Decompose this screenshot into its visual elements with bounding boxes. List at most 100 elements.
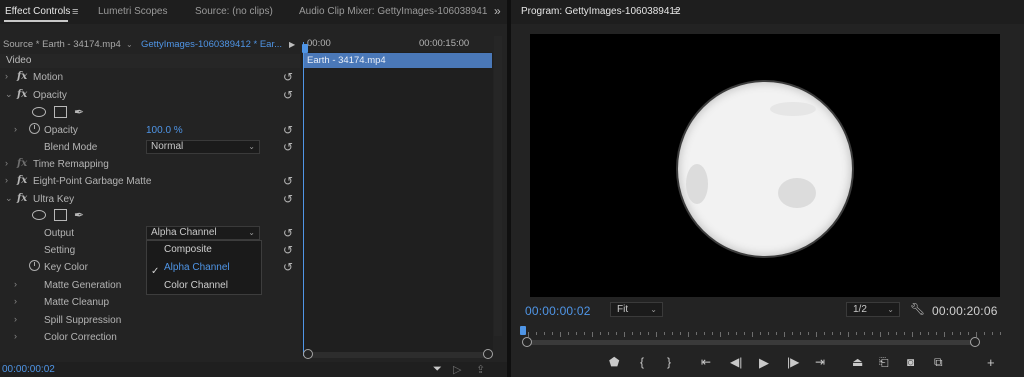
vertical-scrollbar[interactable]: [494, 36, 502, 336]
playback-resolution-dropdown[interactable]: 1/2 ⌄: [846, 302, 900, 317]
playhead[interactable]: [302, 42, 308, 356]
menu-item-alpha-channel[interactable]: Alpha Channel: [164, 262, 230, 273]
pen-mask-icon[interactable]: ✒: [74, 105, 84, 119]
zoom-level-dropdown[interactable]: Fit ⌄: [610, 302, 663, 317]
reset-icon[interactable]: ↺: [283, 88, 293, 102]
expand-chevron-icon[interactable]: ›: [14, 279, 17, 289]
out-point-icon[interactable]: }: [667, 355, 671, 369]
timeline-zoom-scrollbar[interactable]: [303, 349, 493, 359]
expand-chevron-icon[interactable]: ›: [5, 71, 8, 81]
ellipse-mask-icon[interactable]: [32, 107, 46, 117]
menu-item-color-channel[interactable]: Color Channel: [164, 280, 228, 291]
reset-icon[interactable]: ↺: [283, 123, 293, 137]
fx-icon[interactable]: fx: [17, 71, 27, 82]
scroll-left-handle[interactable]: [522, 337, 532, 347]
effect-row-garbage-matte[interactable]: › fx Eight-Point Garbage Matte ↺: [0, 173, 300, 190]
fx-icon[interactable]: fx: [17, 193, 27, 204]
step-back-icon[interactable]: ◀|: [730, 355, 742, 369]
panel-menu-icon[interactable]: ≡: [673, 6, 679, 18]
add-icon[interactable]: +: [987, 355, 995, 370]
reset-icon[interactable]: ↺: [283, 192, 293, 206]
pen-mask-icon[interactable]: ✒: [74, 208, 84, 222]
expand-chevron-icon[interactable]: ›: [14, 296, 17, 306]
group-row-matte-cleanup[interactable]: › Matte Cleanup: [0, 294, 300, 311]
reset-icon[interactable]: ↺: [283, 243, 293, 257]
expand-chevron-icon[interactable]: ›: [14, 331, 17, 341]
expand-chevron-icon[interactable]: ›: [14, 124, 17, 134]
sequence-label[interactable]: GettyImages-1060389412 * Ear...: [141, 39, 282, 50]
time-ruler[interactable]: 00:00 00:00:15:00: [301, 36, 493, 52]
clip-bar[interactable]: Earth - 34174.mp4: [303, 53, 492, 68]
ruler-tick: [912, 332, 913, 337]
playback-resolution-value: 1/2: [853, 304, 867, 315]
extract-icon[interactable]: ⎗: [879, 355, 889, 370]
output-dropdown[interactable]: Alpha Channel ⌄: [146, 226, 260, 240]
stopwatch-icon[interactable]: [29, 260, 40, 271]
menu-item-composite[interactable]: Composite: [164, 244, 212, 255]
scroll-left-handle[interactable]: [303, 349, 313, 359]
play-icon[interactable]: ▶: [759, 355, 769, 371]
collapse-chevron-icon[interactable]: ⌄: [5, 89, 13, 100]
playhead-handle[interactable]: [302, 44, 308, 53]
reset-icon[interactable]: ↺: [283, 70, 293, 84]
ruler-tick: [816, 332, 817, 337]
fx-icon[interactable]: fx: [17, 175, 27, 186]
ellipse-mask-icon[interactable]: [32, 210, 46, 220]
video-section-header: Video: [0, 54, 300, 68]
export-icon[interactable]: ⇪: [476, 363, 485, 376]
tab-program-monitor[interactable]: Program: GettyImages-1060389412: [521, 6, 681, 17]
marker-icon[interactable]: ⬟: [609, 355, 619, 369]
current-timecode[interactable]: 00:00:00:02: [2, 364, 55, 375]
play-audio-icon[interactable]: ▷: [453, 363, 461, 376]
scroll-right-handle[interactable]: [483, 349, 493, 359]
fx-icon[interactable]: fx: [17, 89, 27, 100]
expand-chevron-icon[interactable]: ›: [14, 314, 17, 324]
in-point-icon[interactable]: {: [640, 355, 644, 369]
blend-mode-dropdown[interactable]: Normal ⌄: [146, 140, 260, 154]
program-video-frame[interactable]: [530, 34, 1000, 297]
effect-row-ultra-key[interactable]: ⌄ fx Ultra Key ↺: [0, 191, 300, 208]
chevron-down-icon[interactable]: ⌄: [126, 40, 133, 49]
compare-icon[interactable]: ⧉: [934, 355, 943, 370]
effect-row-motion[interactable]: › fx Motion ↺: [0, 69, 300, 86]
program-playhead[interactable]: [520, 326, 526, 335]
lift-icon[interactable]: ⏏: [852, 355, 863, 369]
play-only-audio-icon[interactable]: ▶: [289, 40, 295, 49]
reset-icon[interactable]: ↺: [283, 140, 293, 154]
wrench-icon[interactable]: 🔧︎: [910, 302, 925, 316]
ruler-tick: [920, 332, 921, 335]
effect-row-opacity[interactable]: ⌄ fx Opacity ↺: [0, 87, 300, 104]
reset-icon[interactable]: ↺: [283, 260, 293, 274]
export-frame-icon[interactable]: ◙: [907, 355, 914, 369]
rectangle-mask-icon[interactable]: [54, 209, 67, 221]
opacity-value[interactable]: 100.0 %: [146, 125, 183, 136]
effect-timeline[interactable]: 00:00 00:00:15:00 Earth - 34174.mp4: [301, 36, 493, 356]
reset-icon[interactable]: ↺: [283, 226, 293, 240]
filter-icon[interactable]: ⏷: [433, 363, 442, 376]
group-row-spill-suppression[interactable]: › Spill Suppression: [0, 312, 300, 329]
tab-source[interactable]: Source: (no clips): [195, 6, 273, 17]
step-forward-icon[interactable]: |▶: [787, 355, 799, 369]
group-row-color-correction[interactable]: › Color Correction: [0, 329, 300, 346]
effect-row-time-remapping[interactable]: › fx Time Remapping: [0, 156, 300, 173]
source-label[interactable]: Source * Earth - 34174.mp4: [3, 39, 121, 50]
go-to-out-icon[interactable]: ⇥: [815, 355, 825, 369]
reset-icon[interactable]: ↺: [283, 174, 293, 188]
go-to-in-icon[interactable]: ⇤: [701, 355, 711, 369]
expand-chevron-icon[interactable]: ›: [5, 175, 8, 185]
expand-chevron-icon[interactable]: ›: [5, 158, 8, 168]
rectangle-mask-icon[interactable]: [54, 106, 67, 118]
program-current-timecode[interactable]: 00:00:00:02: [525, 304, 591, 318]
stopwatch-icon[interactable]: [29, 123, 40, 134]
tabs-overflow-icon[interactable]: »: [494, 4, 501, 18]
collapse-chevron-icon[interactable]: ⌄: [5, 193, 13, 204]
tab-lumetri-scopes[interactable]: Lumetri Scopes: [98, 6, 167, 17]
tab-effect-controls[interactable]: Effect Controls: [5, 6, 70, 17]
panel-menu-icon[interactable]: ≡: [72, 6, 78, 18]
tab-audio-clip-mixer[interactable]: Audio Clip Mixer: GettyImages-106038941: [299, 6, 487, 17]
ruler-tick: [848, 332, 849, 337]
program-time-ruler[interactable]: [520, 324, 1004, 338]
program-zoom-scrollbar[interactable]: [522, 337, 980, 347]
scroll-right-handle[interactable]: [970, 337, 980, 347]
ruler-tick: [608, 332, 609, 335]
